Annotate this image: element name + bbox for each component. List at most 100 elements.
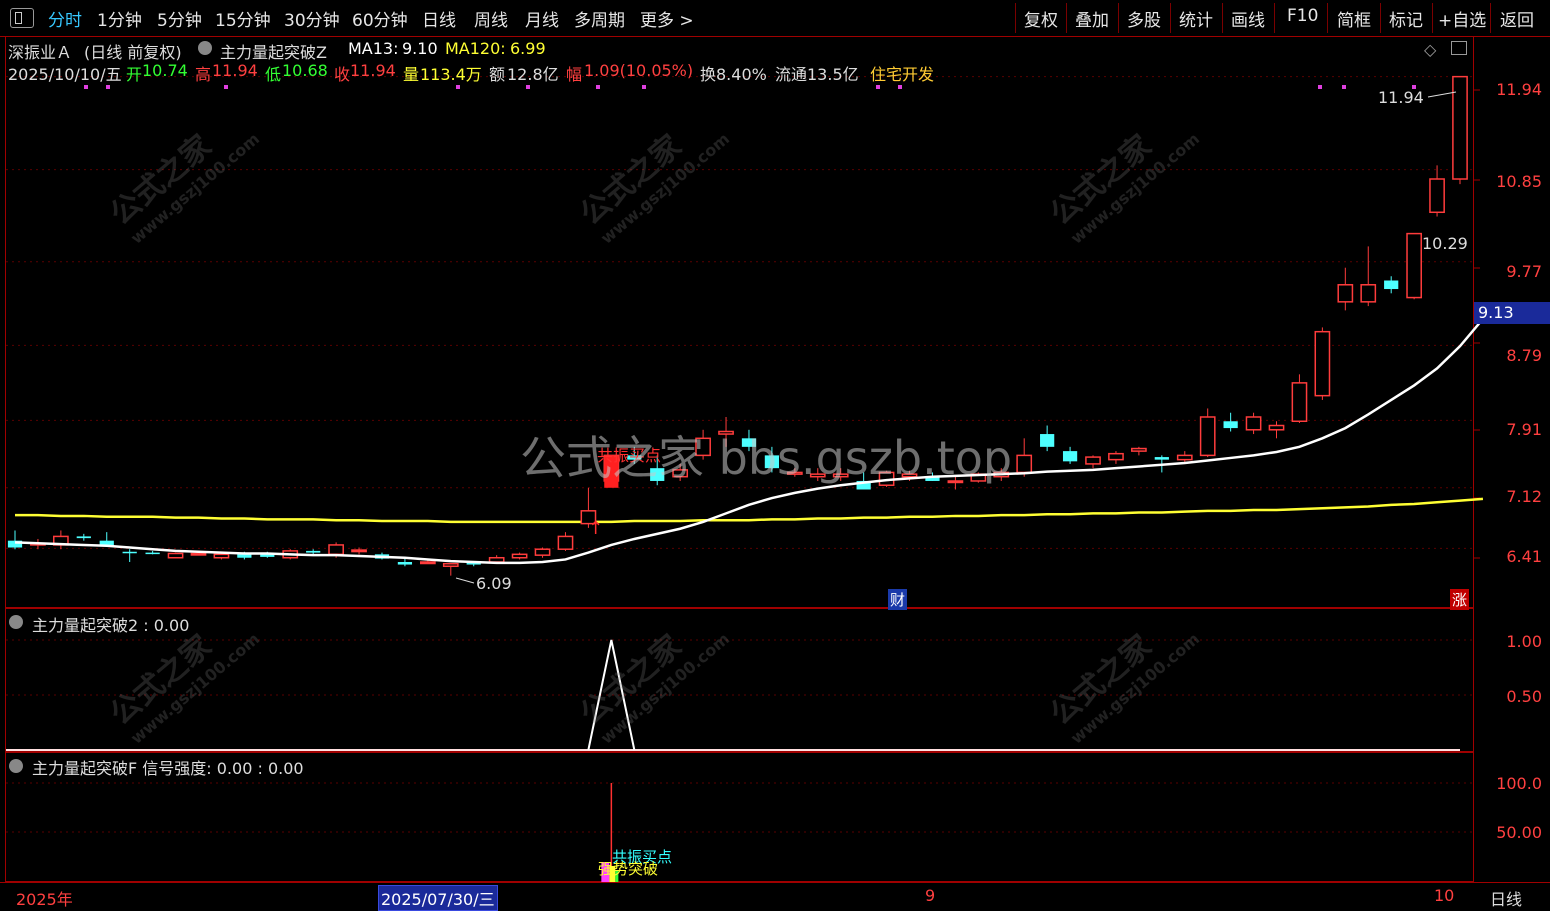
candle-body bbox=[1337, 284, 1354, 303]
candle bbox=[1268, 421, 1285, 439]
candle bbox=[1016, 438, 1033, 477]
high-value: 11.94 bbox=[212, 61, 258, 80]
candle-body bbox=[122, 551, 137, 554]
candle bbox=[1429, 165, 1445, 217]
candle-body bbox=[397, 562, 413, 565]
candle-body bbox=[1108, 452, 1124, 461]
year-label: 2025年 bbox=[16, 890, 73, 909]
signal-dot bbox=[596, 85, 600, 89]
signal-dot bbox=[456, 85, 460, 89]
low-label: 低 bbox=[265, 65, 282, 84]
candle bbox=[7, 530, 23, 550]
candle-body bbox=[167, 552, 184, 559]
candle bbox=[1452, 75, 1468, 185]
candle bbox=[145, 550, 160, 555]
period-label: (日线 前复权) bbox=[84, 43, 182, 62]
candle bbox=[1108, 451, 1124, 464]
candle-body bbox=[1085, 456, 1101, 465]
ind1-axis-label: 0.50 bbox=[1506, 687, 1542, 706]
cursor-date: 2025/07/30/三 bbox=[378, 885, 498, 911]
ma120-value: 6.99 bbox=[510, 39, 546, 58]
signal-dot bbox=[1318, 85, 1322, 89]
indicator-settings-icon[interactable] bbox=[198, 41, 212, 55]
candle-body bbox=[145, 552, 160, 555]
candle bbox=[1337, 267, 1354, 311]
ind1-title: 主力量起突破2 : 0.00 bbox=[32, 616, 190, 635]
candle-body bbox=[76, 536, 91, 539]
candle bbox=[1360, 246, 1377, 307]
axis-label: 7.91 bbox=[1506, 420, 1542, 439]
low-arrow bbox=[455, 577, 475, 584]
ind2-axis-label: 100.0 bbox=[1496, 774, 1542, 793]
ma13-value: 9.10 bbox=[402, 39, 438, 58]
amount-value: 12.8亿 bbox=[507, 65, 559, 84]
candle bbox=[53, 530, 69, 550]
candle-body bbox=[1429, 178, 1445, 214]
candle bbox=[1040, 425, 1055, 452]
axis-label: 9.77 bbox=[1506, 262, 1542, 281]
close-label: 收 bbox=[334, 65, 351, 84]
ind2-axis-label: 50.00 bbox=[1496, 823, 1542, 842]
candle-body bbox=[1176, 454, 1193, 461]
candle bbox=[122, 549, 137, 562]
signal-dot bbox=[526, 85, 530, 89]
stock-name: 深振业Ａ bbox=[8, 43, 73, 62]
candle bbox=[1406, 232, 1422, 300]
finance-badge[interactable]: 财 bbox=[888, 589, 908, 610]
signal-dot bbox=[1342, 85, 1346, 89]
current-price-tag: 9.13 bbox=[1474, 302, 1550, 324]
candle-body bbox=[1062, 451, 1078, 462]
signal-dot bbox=[106, 85, 110, 89]
ma120-line bbox=[15, 497, 1484, 524]
ind1-settings-icon[interactable] bbox=[9, 615, 23, 629]
candle bbox=[1131, 446, 1147, 456]
indicator-name: 主力量起突破Z bbox=[220, 43, 327, 62]
diamond-icon[interactable]: ◇ bbox=[1424, 40, 1436, 59]
candle bbox=[1384, 276, 1399, 294]
candle-body bbox=[1016, 454, 1033, 474]
candle-body bbox=[1291, 382, 1308, 423]
candle-body bbox=[1154, 457, 1169, 460]
candle-body bbox=[190, 552, 207, 556]
signal-dot bbox=[876, 85, 880, 89]
float-cap: 流通13.5亿 bbox=[775, 65, 859, 84]
candle bbox=[534, 547, 551, 558]
candle-body bbox=[557, 535, 574, 550]
period-indicator[interactable]: 日线 bbox=[1490, 886, 1522, 910]
signal-dot bbox=[642, 85, 646, 89]
candle-body bbox=[328, 544, 344, 556]
ma13-label: MA13: bbox=[348, 39, 399, 58]
volume-value: 113.4万 bbox=[420, 65, 482, 84]
sector-tag[interactable]: 住宅开发 bbox=[870, 61, 934, 85]
axis-label: 11.94 bbox=[1496, 80, 1542, 99]
candle-body bbox=[419, 561, 436, 565]
candle-body bbox=[488, 556, 505, 563]
panel-layout-icon[interactable] bbox=[1451, 41, 1467, 55]
candle-body bbox=[1384, 280, 1399, 290]
candle bbox=[511, 552, 528, 560]
candle bbox=[306, 549, 321, 555]
candle-body bbox=[1199, 416, 1216, 457]
low-price-mark: 6.09 bbox=[476, 574, 512, 593]
ind2-title: 主力量起突破F 信号强度: 0.00 : 0.00 bbox=[32, 759, 304, 778]
candle-body bbox=[511, 553, 528, 559]
candle bbox=[99, 532, 114, 546]
candle bbox=[1085, 455, 1101, 469]
month-label: 9 bbox=[925, 886, 936, 905]
ind2-settings-icon[interactable] bbox=[9, 759, 23, 773]
candle bbox=[1199, 408, 1216, 458]
candle-body bbox=[1040, 434, 1055, 447]
candle bbox=[1245, 412, 1262, 435]
high-price-mark: 11.94 bbox=[1378, 88, 1424, 107]
price-mark: 10.29 bbox=[1422, 234, 1468, 253]
amount-label: 额 bbox=[489, 65, 506, 84]
signal-dot bbox=[898, 85, 902, 89]
change-value: 1.09(10.05%) bbox=[584, 61, 694, 80]
close-value: 11.94 bbox=[350, 61, 396, 80]
turnover: 换8.40% bbox=[700, 65, 767, 84]
limit-up-badge[interactable]: 涨 bbox=[1450, 589, 1470, 610]
candle bbox=[167, 552, 184, 559]
month-label: 10 bbox=[1434, 886, 1455, 905]
candle-body bbox=[1268, 424, 1285, 431]
candle bbox=[1223, 412, 1238, 432]
